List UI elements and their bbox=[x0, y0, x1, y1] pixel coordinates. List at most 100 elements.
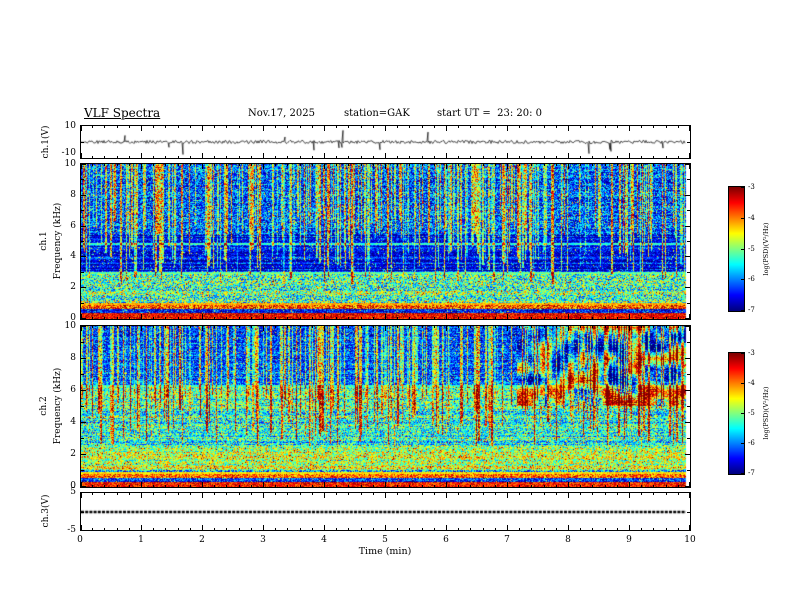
tick-mark bbox=[446, 164, 447, 169]
tick-mark bbox=[300, 126, 301, 128]
tick-mark bbox=[605, 326, 606, 328]
tick-mark bbox=[141, 164, 142, 169]
tick-mark bbox=[458, 164, 459, 166]
tick-mark bbox=[81, 470, 84, 471]
tick-mark bbox=[397, 164, 398, 166]
tick-mark bbox=[92, 126, 93, 128]
tick-mark bbox=[214, 156, 215, 158]
tick-mark bbox=[685, 318, 690, 319]
tick-mark bbox=[373, 317, 374, 319]
tick-mark bbox=[373, 164, 374, 166]
tick-mark bbox=[409, 493, 410, 495]
colorbar-tick-label: -5 bbox=[748, 409, 755, 417]
tick-mark bbox=[519, 528, 520, 530]
tick-mark bbox=[544, 485, 545, 487]
tick-mark bbox=[117, 528, 118, 530]
tick-mark bbox=[104, 156, 105, 158]
tick-mark bbox=[129, 126, 130, 128]
tick-mark bbox=[678, 493, 679, 495]
tick-mark bbox=[153, 493, 154, 495]
tick-mark bbox=[361, 156, 362, 158]
tick-mark bbox=[507, 525, 508, 530]
tick-mark bbox=[556, 485, 557, 487]
tick-mark bbox=[507, 326, 508, 331]
tick-mark bbox=[263, 525, 264, 530]
tick-mark bbox=[104, 326, 105, 328]
tick-mark bbox=[422, 156, 423, 158]
tick-mark bbox=[275, 164, 276, 166]
tick-mark bbox=[81, 326, 86, 327]
y-tick-label: 4 bbox=[70, 251, 76, 261]
tick-mark bbox=[226, 164, 227, 166]
tick-mark bbox=[275, 493, 276, 495]
tick-mark bbox=[741, 310, 744, 311]
tick-mark bbox=[531, 528, 532, 530]
tick-mark bbox=[422, 126, 423, 128]
tick-mark bbox=[312, 317, 313, 319]
tick-mark bbox=[178, 485, 179, 487]
tick-mark bbox=[178, 126, 179, 128]
tick-mark bbox=[641, 485, 642, 487]
x-tick-label: 4 bbox=[321, 535, 327, 545]
tick-mark bbox=[385, 525, 386, 530]
tick-mark bbox=[251, 485, 252, 487]
tick-mark bbox=[741, 218, 744, 219]
tick-mark bbox=[165, 126, 166, 128]
tick-mark bbox=[544, 126, 545, 128]
tick-mark bbox=[336, 126, 337, 128]
tick-mark bbox=[458, 317, 459, 319]
tick-mark bbox=[226, 326, 227, 328]
tick-mark bbox=[495, 485, 496, 487]
tick-mark bbox=[446, 493, 447, 498]
tick-mark bbox=[666, 326, 667, 328]
tick-mark bbox=[741, 443, 744, 444]
tick-mark bbox=[629, 126, 630, 131]
tick-mark bbox=[373, 493, 374, 495]
tick-mark bbox=[409, 528, 410, 530]
tick-mark bbox=[666, 164, 667, 166]
tick-mark bbox=[117, 326, 118, 328]
tick-mark bbox=[434, 164, 435, 166]
tick-mark bbox=[592, 317, 593, 319]
tick-mark bbox=[568, 164, 569, 169]
tick-mark bbox=[263, 482, 264, 487]
tick-mark bbox=[81, 256, 86, 257]
tick-mark bbox=[336, 493, 337, 495]
tick-mark bbox=[446, 482, 447, 487]
tick-mark bbox=[104, 126, 105, 128]
colorbar-tick-label: -7 bbox=[748, 306, 755, 314]
station-label: station=GAK bbox=[344, 108, 410, 119]
tick-mark bbox=[556, 156, 557, 158]
tick-mark bbox=[580, 326, 581, 328]
tick-mark bbox=[458, 156, 459, 158]
tick-mark bbox=[629, 164, 630, 169]
tick-mark bbox=[678, 485, 679, 487]
tick-mark bbox=[287, 485, 288, 487]
tick-mark bbox=[178, 317, 179, 319]
tick-mark bbox=[629, 314, 630, 319]
tick-mark bbox=[592, 493, 593, 495]
tick-mark bbox=[687, 272, 690, 273]
tick-mark bbox=[687, 210, 690, 211]
tick-mark bbox=[507, 314, 508, 319]
tick-mark bbox=[214, 326, 215, 328]
tick-mark bbox=[678, 317, 679, 319]
tick-mark bbox=[397, 317, 398, 319]
tick-mark bbox=[483, 156, 484, 158]
tick-mark bbox=[495, 164, 496, 166]
tick-mark bbox=[531, 164, 532, 166]
x-tick-label: 8 bbox=[565, 535, 571, 545]
tick-mark bbox=[348, 164, 349, 166]
tick-mark bbox=[117, 493, 118, 495]
tick-mark bbox=[153, 485, 154, 487]
tick-mark bbox=[190, 156, 191, 158]
tick-mark bbox=[165, 528, 166, 530]
tick-mark bbox=[92, 156, 93, 158]
tick-mark bbox=[263, 164, 264, 169]
x-tick-label: 3 bbox=[260, 535, 266, 545]
tick-mark bbox=[190, 493, 191, 495]
tick-mark bbox=[81, 272, 84, 273]
tick-mark bbox=[653, 485, 654, 487]
tick-mark bbox=[202, 126, 203, 131]
tick-mark bbox=[81, 142, 84, 143]
